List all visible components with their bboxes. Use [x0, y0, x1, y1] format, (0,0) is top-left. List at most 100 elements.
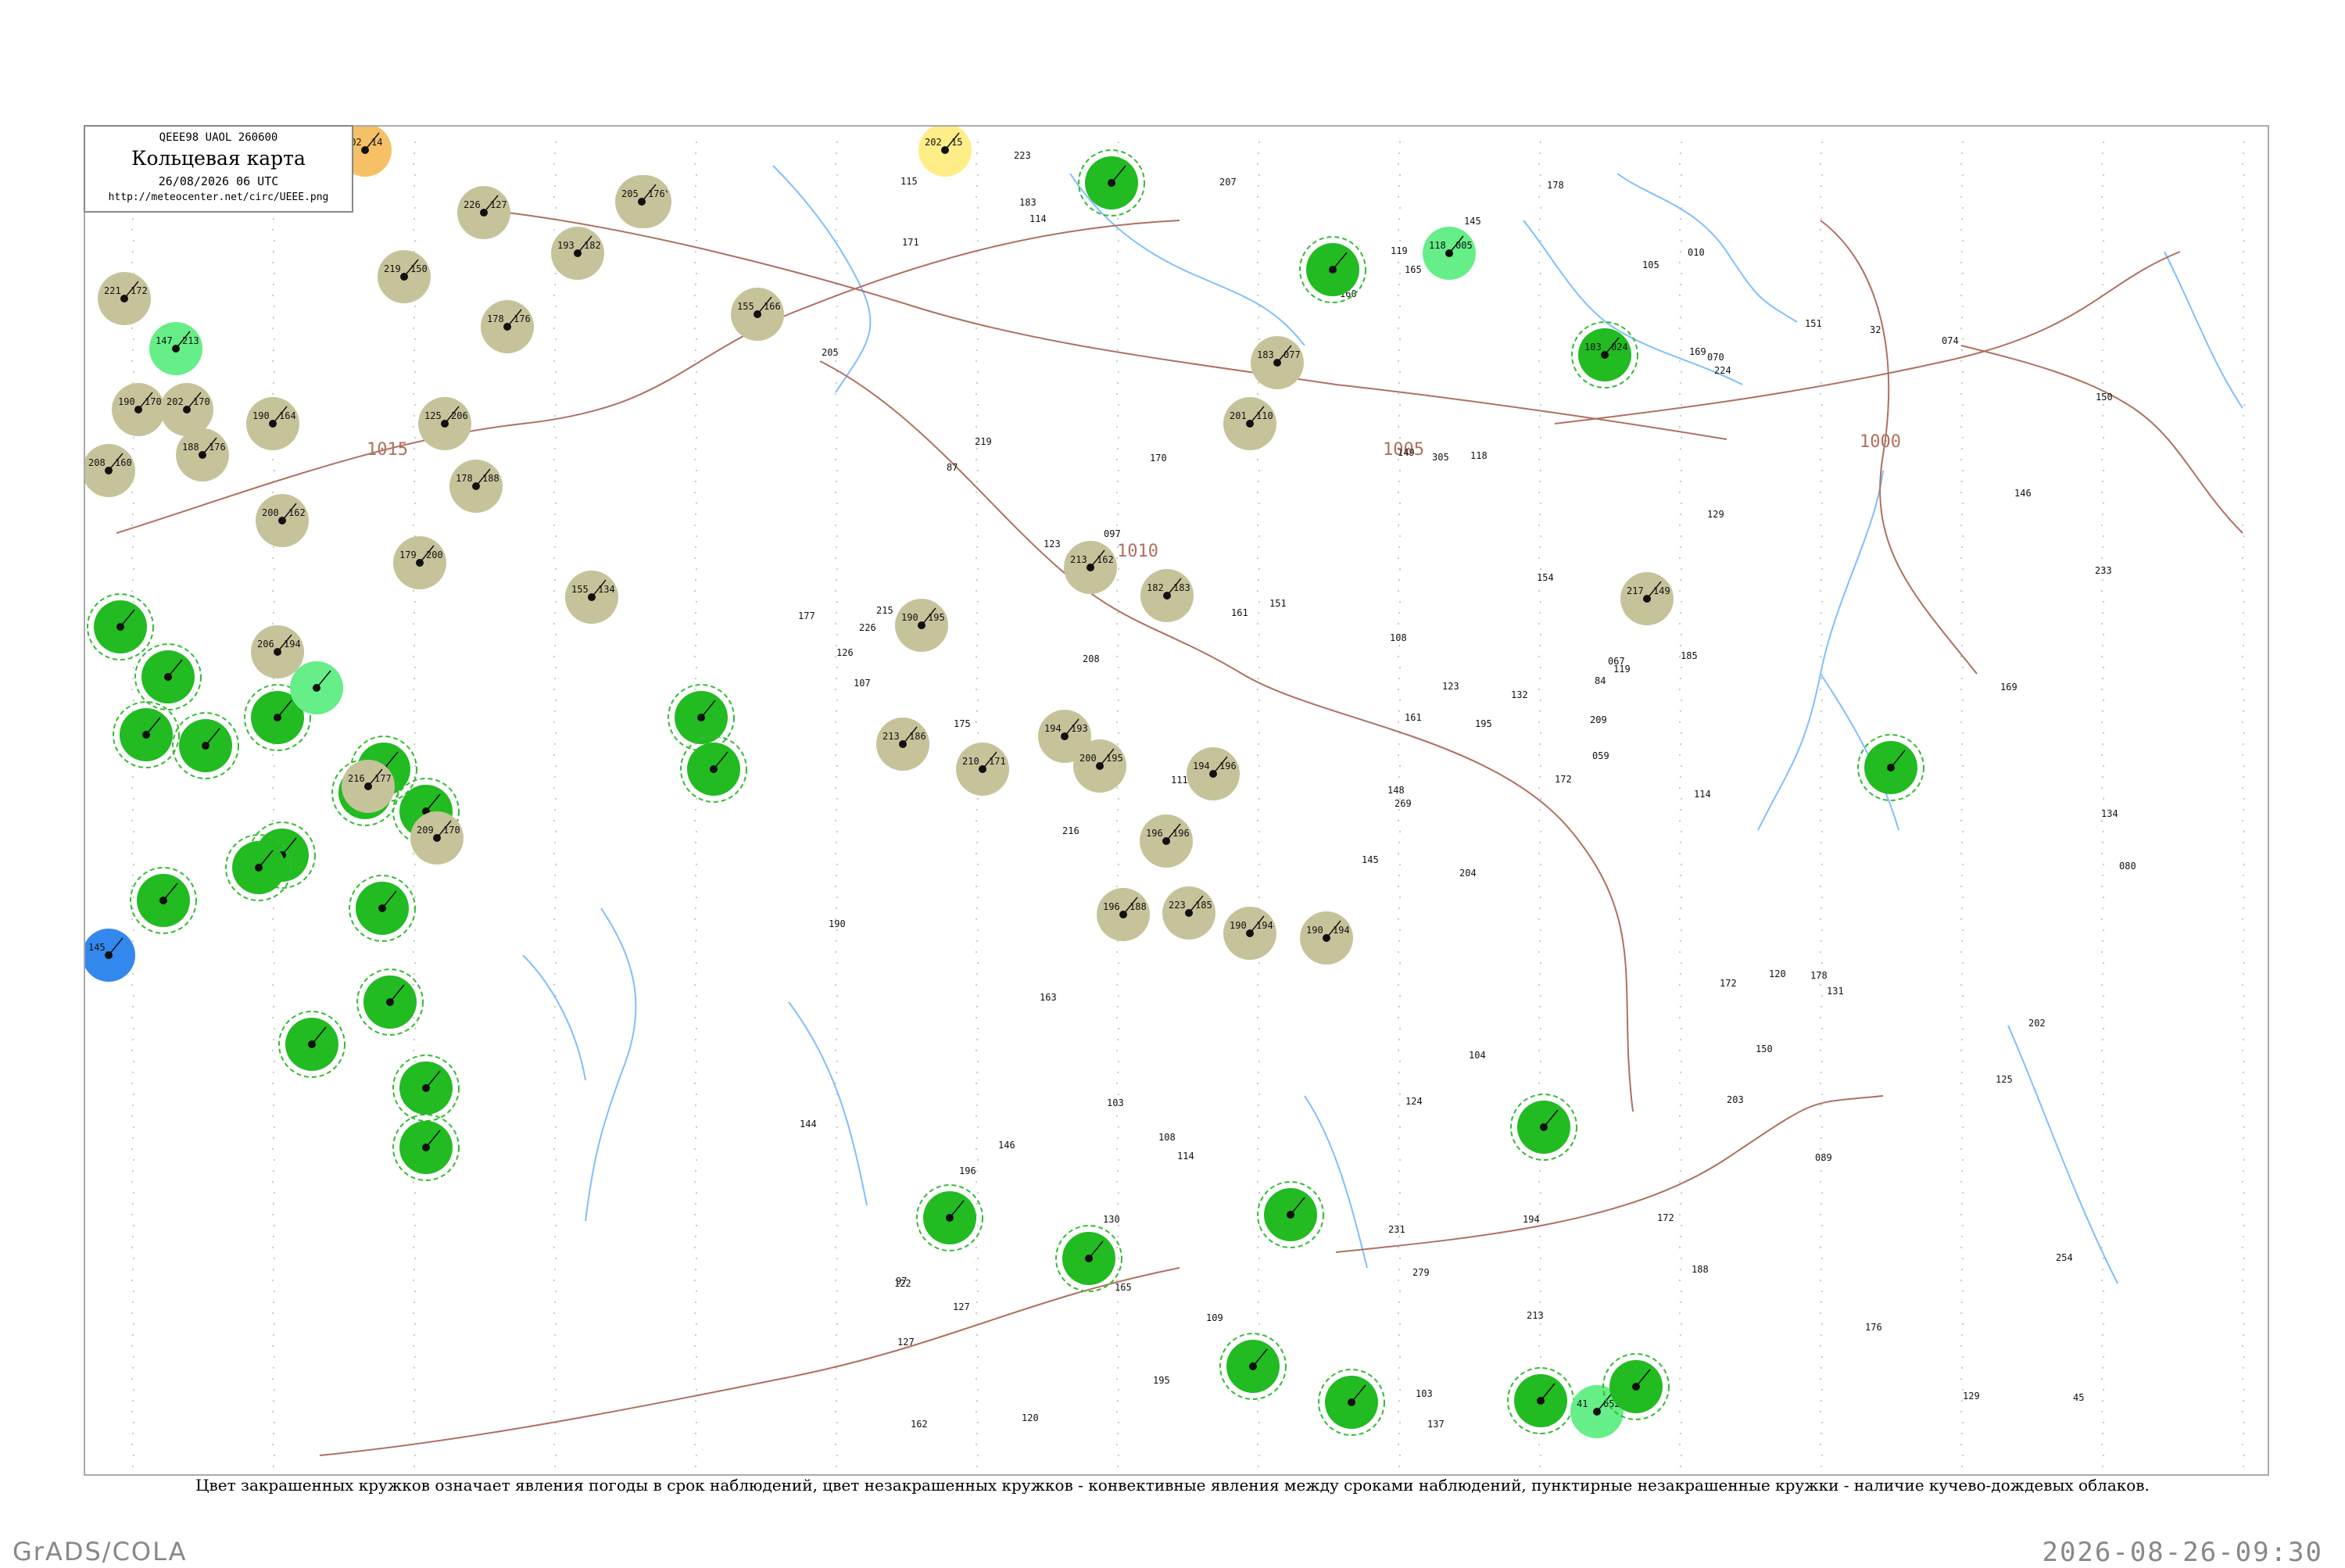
grid-dot [1679, 710, 1682, 713]
grid-dot [1398, 907, 1401, 910]
grid-dot [694, 1169, 697, 1172]
grid-dot [1960, 1147, 1963, 1151]
grid-dot [1680, 502, 1683, 505]
grid-dot [1960, 677, 1964, 680]
grid-dot [1680, 1191, 1683, 1194]
grid-dot [1398, 841, 1401, 844]
grid-dot [2102, 633, 2105, 636]
map-value-label: 145 [1362, 854, 1379, 865]
grid-dot [834, 1115, 837, 1118]
grid-dot [694, 1071, 697, 1074]
grid-dot [1397, 1147, 1400, 1151]
grid-dot [693, 885, 696, 888]
grid-dot [1539, 305, 1542, 308]
grid-dot [1538, 983, 1541, 986]
station-temp: 210 [962, 756, 979, 767]
grid-dot [836, 535, 839, 538]
grid-dot [2101, 972, 2104, 976]
grid-dot [693, 458, 696, 461]
grid-dot [1960, 688, 1963, 691]
grid-dot [1398, 929, 1402, 932]
grid-dot [2100, 819, 2103, 822]
grid-dot [1961, 1060, 1964, 1063]
grid-dot [1258, 961, 1261, 965]
grid-dot [975, 425, 978, 428]
grid-dot [554, 929, 557, 932]
grid-dot [2243, 1257, 2246, 1260]
grid-dot [132, 1421, 135, 1424]
grid-dot [554, 272, 557, 275]
grid-dot [1819, 163, 1822, 166]
grid-dot [1538, 655, 1541, 658]
grid-dot [834, 622, 837, 625]
station [356, 968, 424, 1036]
map-value-label: 188 [1692, 1264, 1709, 1275]
grid-dot [132, 1060, 135, 1063]
grid-dot [1539, 994, 1542, 997]
grid-dot [554, 633, 557, 636]
grid-dot [413, 349, 416, 352]
grid-dot [553, 1410, 556, 1413]
grid-dot [1821, 436, 1824, 439]
grid-dot [1398, 1191, 1402, 1194]
grid-dot [695, 1060, 698, 1063]
grid-dot [1961, 1126, 1964, 1129]
grid-dot [1961, 1290, 1964, 1293]
grid-dot [1117, 830, 1120, 833]
grid-dot [1117, 239, 1120, 242]
grid-dot [694, 907, 697, 910]
grid-dot [694, 447, 697, 450]
grid-dot [1257, 316, 1260, 319]
grid-dot [1680, 666, 1683, 669]
grid-dot [2100, 950, 2103, 954]
grid-dot [1539, 1323, 1542, 1326]
grid-dot [554, 797, 557, 800]
station: 193 182 [551, 227, 604, 280]
grid-dot [1819, 392, 1822, 396]
grid-dot [2101, 414, 2104, 417]
map-value-label: 171 [902, 237, 919, 248]
grid-dot [1116, 1071, 1119, 1074]
grid-dot [1539, 535, 1542, 538]
grid-dot [1960, 458, 1963, 461]
grid-dot [1679, 1465, 1682, 1468]
grid-dot [554, 1027, 557, 1030]
map-value-label: 108 [1158, 1132, 1176, 1143]
grid-dot [1117, 1355, 1120, 1359]
grid-dot [554, 699, 557, 702]
grid-dot [412, 622, 415, 625]
grid-dot [1117, 1257, 1120, 1260]
grid-dot [976, 633, 979, 636]
grid-dot [1679, 1301, 1682, 1304]
grid-dot [693, 983, 696, 986]
grid-dot [976, 1334, 979, 1337]
grid-dot [1961, 1027, 1964, 1030]
grid-dot [1679, 513, 1682, 516]
grid-dot [131, 1279, 134, 1282]
grid-dot [553, 743, 557, 746]
grid-dot [1115, 1410, 1119, 1413]
grid-dot [1397, 950, 1400, 954]
station: 194 196 [1187, 747, 1240, 800]
map-value-label: 190 [829, 918, 846, 929]
grid-dot [554, 600, 557, 603]
grid-dot [132, 371, 135, 374]
station [290, 661, 343, 714]
grid-dot [554, 469, 557, 472]
grid-dot [131, 1202, 134, 1205]
grid-dot [1538, 283, 1541, 286]
grid-dot [412, 425, 415, 428]
grid-dot [2243, 239, 2246, 242]
grid-dot [553, 1071, 557, 1074]
grid-dot [1961, 863, 1964, 866]
grid-dot [413, 1038, 416, 1041]
grid-dot [2241, 425, 2244, 428]
grid-dot [554, 1060, 557, 1063]
grid-dot [1538, 250, 1541, 253]
grid-dot [1258, 666, 1261, 669]
grid-dot [414, 1355, 417, 1359]
grid-dot [835, 1137, 838, 1140]
grid-dot [2101, 1137, 2104, 1140]
grid-dot [1116, 283, 1119, 286]
grid-dot [1397, 1180, 1400, 1183]
